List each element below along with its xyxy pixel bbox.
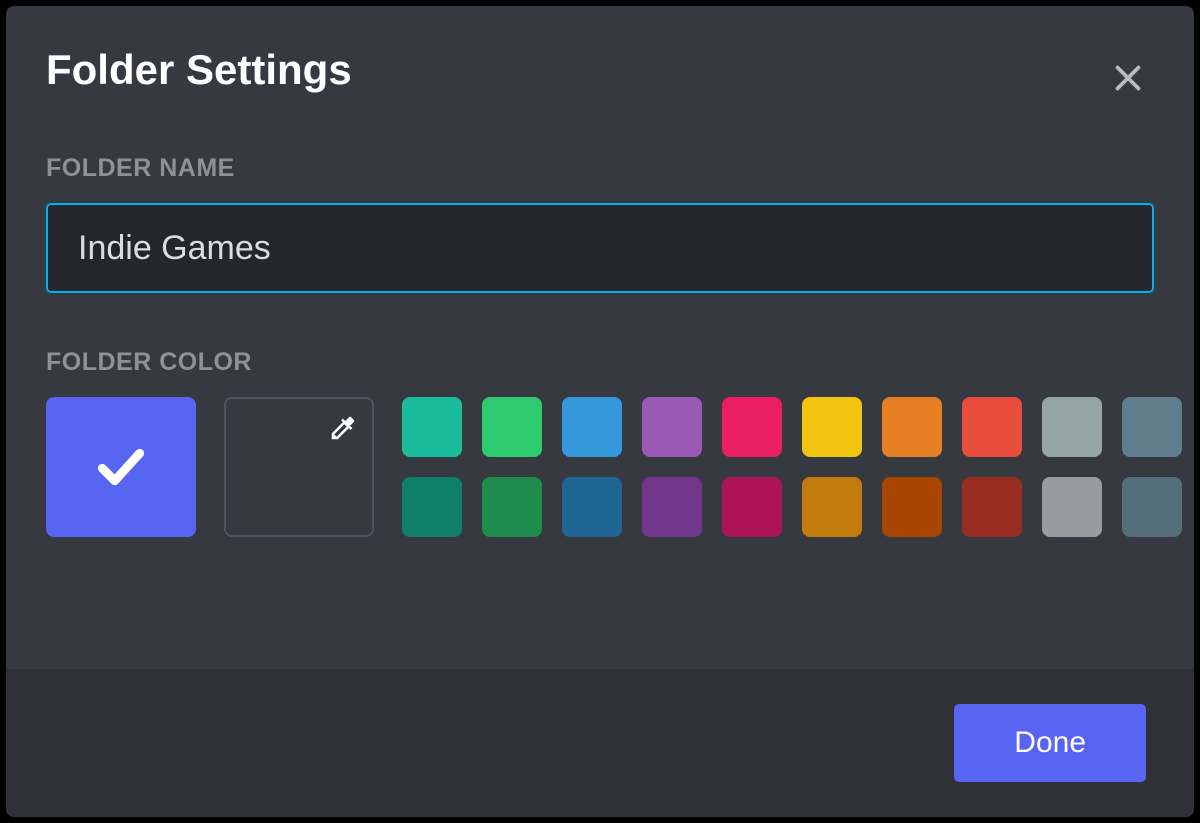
color-swatch[interactable] (962, 477, 1022, 537)
color-swatch[interactable] (1042, 477, 1102, 537)
color-swatch[interactable] (882, 477, 942, 537)
color-swatch[interactable] (882, 397, 942, 457)
checkmark-icon (91, 437, 151, 497)
folder-color-section: FOLDER COLOR (46, 348, 1154, 537)
color-swatch[interactable] (482, 397, 542, 457)
color-swatch[interactable] (1122, 477, 1182, 537)
close-icon (1110, 60, 1146, 96)
color-swatch[interactable] (1122, 397, 1182, 457)
color-swatch[interactable] (642, 397, 702, 457)
folder-settings-modal: Folder Settings FOLDER NAME FOLDER COLOR (6, 6, 1194, 817)
color-swatch[interactable] (802, 397, 862, 457)
eyedropper-icon (328, 413, 358, 443)
folder-name-label: FOLDER NAME (46, 154, 1154, 183)
color-swatch[interactable] (562, 477, 622, 537)
modal-body: Folder Settings FOLDER NAME FOLDER COLOR (6, 6, 1194, 669)
color-picker (46, 397, 1154, 537)
color-swatch-grid (402, 397, 1182, 537)
color-swatch[interactable] (722, 477, 782, 537)
folder-name-section: FOLDER NAME (46, 154, 1154, 293)
color-swatch[interactable] (1042, 397, 1102, 457)
color-swatch[interactable] (482, 477, 542, 537)
color-swatch[interactable] (402, 397, 462, 457)
color-swatch[interactable] (722, 397, 782, 457)
modal-footer: Done (6, 669, 1194, 817)
color-swatch[interactable] (962, 397, 1022, 457)
color-swatch[interactable] (562, 397, 622, 457)
color-swatch[interactable] (642, 477, 702, 537)
modal-header: Folder Settings (46, 46, 1154, 104)
folder-name-input[interactable] (46, 203, 1154, 293)
modal-title: Folder Settings (46, 46, 352, 94)
color-swatch[interactable] (402, 477, 462, 537)
done-button[interactable]: Done (954, 704, 1146, 782)
custom-color-swatch[interactable] (224, 397, 374, 537)
selected-color-swatch[interactable] (46, 397, 196, 537)
color-swatch[interactable] (802, 477, 862, 537)
folder-color-label: FOLDER COLOR (46, 348, 1154, 377)
close-button[interactable] (1102, 52, 1154, 104)
